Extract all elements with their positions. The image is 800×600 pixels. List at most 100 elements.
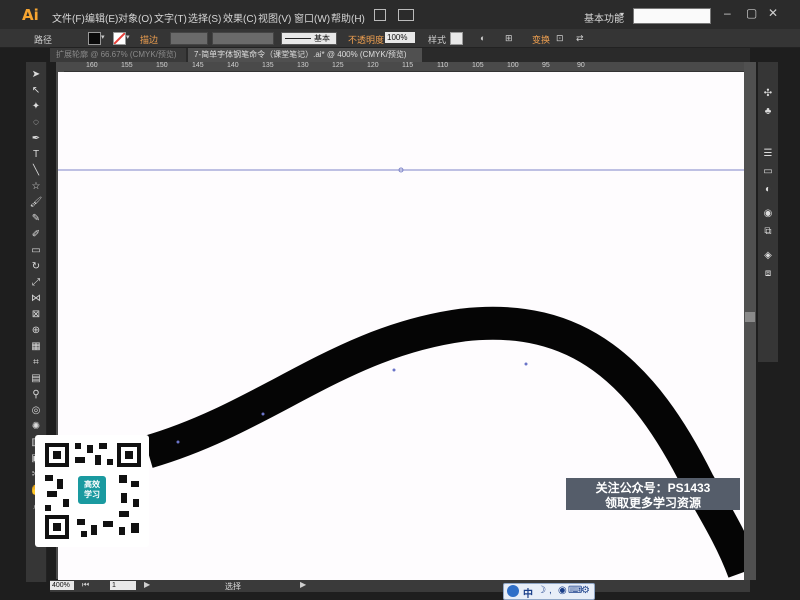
align-icon[interactable]: ⊞ [505,33,513,44]
menu-file[interactable]: 文件(F) [52,10,85,25]
select-similar-icon[interactable]: ⇄ [576,33,584,44]
ruler-tick: 150 [156,62,168,69]
menu-object[interactable]: 对象(O) [118,10,152,25]
ime-toolbar: 中 ☽ , ◉ ⌨ ⚙ [503,583,595,600]
free-transform-tool-icon[interactable]: ⊠ [28,306,44,322]
blend-tool-icon[interactable]: ◎ [28,402,44,418]
artboard-number-field[interactable]: 1 [110,581,136,590]
magic-wand-tool-icon[interactable]: ✦ [28,98,44,114]
stroke-panel-icon[interactable]: ☰ [761,146,775,160]
horizontal-ruler[interactable]: 160 155 150 145 140 135 130 125 120 115 … [56,62,745,72]
tab-label: 扩展轮廓 @ 66.67% (CMYK/预览) [56,50,177,59]
menu-bar: Ai 文件(F) 编辑(E) 对象(O) 文字(T) 选择(S) 效果(C) 视… [0,0,800,30]
arrange-documents-icon[interactable] [398,9,414,21]
perspective-grid-tool-icon[interactable]: ▦ [28,338,44,354]
close-icon[interactable]: ✕ [768,6,778,20]
promo-line-2: 领取更多学习资源 [604,496,701,510]
appearance-panel-icon[interactable]: ◉ [761,206,775,220]
eraser-tool-icon[interactable]: ▭ [28,242,44,258]
width-tool-icon[interactable]: ⋈ [28,290,44,306]
scale-tool-icon[interactable]: ⤢ [28,274,44,290]
tab-document-2[interactable]: 7-简单字体钢笔命令（课堂笔记）.ai* @ 400% (CMYK/预览) [188,48,422,62]
brush-definition-select[interactable]: 基本 [281,32,337,45]
maximize-icon[interactable]: ▢ [746,6,757,20]
lasso-tool-icon[interactable]: ◌ [28,114,44,130]
artboards-panel-icon[interactable]: ⧈ [761,266,775,280]
menu-type[interactable]: 文字(T) [154,10,187,25]
curve-path[interactable] [143,306,744,578]
stroke-weight-field[interactable] [170,32,208,45]
anchor-point[interactable] [176,440,180,444]
ime-language-toggle[interactable]: 中 [523,585,533,600]
star-tool-icon[interactable]: ☆ [28,178,44,194]
pencil-tool-icon[interactable]: ✎ [28,210,44,226]
gradient-tool-icon[interactable]: ▤ [28,370,44,386]
opacity-label[interactable]: 不透明度 [348,33,384,46]
first-artboard-icon[interactable]: ⏮ [82,580,89,590]
gradient-panel-icon[interactable]: ▭ [761,164,775,178]
voice-icon[interactable]: ◉ [558,585,567,596]
transform-label[interactable]: 变换 [532,33,550,46]
object-type-label: 路径 [34,35,53,45]
scrollbar-thumb[interactable] [745,312,755,322]
type-tool-icon[interactable]: T [28,146,44,162]
minimize-icon[interactable]: – [724,6,731,20]
menu-edit[interactable]: 编辑(E) [85,10,118,25]
isolate-icon[interactable]: ⊡ [556,33,564,44]
opacity-field[interactable]: 100% [385,32,415,43]
status-menu-icon[interactable]: ▶ [300,580,306,589]
tab-document-1[interactable]: 扩展轮廓 @ 66.67% (CMYK/预览) [50,48,186,62]
graphic-style-swatch[interactable] [450,32,463,45]
anchor-point[interactable] [261,412,265,416]
anchor-point[interactable] [524,362,528,366]
status-bar: 400% ⏮ 1 ▶ 选择 ▶ [50,580,750,592]
settings-icon[interactable]: ⚙ [581,585,590,596]
stroke-label[interactable]: 描边 [140,33,158,46]
graphic-styles-icon[interactable]: ⧉ [761,224,775,238]
pen-tool-icon[interactable]: ✒ [28,130,44,146]
line-tool-icon[interactable]: ╲ [28,162,44,178]
menu-select[interactable]: 选择(S) [188,10,221,25]
ruler-tick: 105 [472,62,484,69]
search-input[interactable] [633,8,711,24]
ruler-tick: 140 [227,62,239,69]
eyedropper-tool-icon[interactable]: ⚲ [28,386,44,402]
direct-selection-tool-icon[interactable]: ↖ [28,82,44,98]
ime-logo-icon[interactable] [507,585,519,597]
bridge-icon[interactable] [374,9,386,21]
vertical-scrollbar[interactable] [744,62,756,580]
next-artboard-icon[interactable]: ▶ [144,580,150,589]
symbol-sprayer-tool-icon[interactable]: ✺ [28,418,44,434]
menu-window[interactable]: 窗口(W) [294,10,330,25]
shape-builder-tool-icon[interactable]: ⊕ [28,322,44,338]
menu-view[interactable]: 视图(V) [258,10,291,25]
moon-icon[interactable]: ☽ [537,585,546,596]
menu-effect[interactable]: 效果(C) [223,10,257,25]
layers-panel-icon[interactable]: ◈ [761,248,775,262]
zoom-field[interactable]: 400% [50,581,74,590]
workspace-switcher[interactable]: 基本功能 [584,10,624,25]
chevron-down-icon: ▾ [620,10,625,19]
blob-brush-tool-icon[interactable]: ✐ [28,226,44,242]
chevron-down-icon[interactable]: ▾ [101,33,105,41]
selection-tool-icon[interactable]: ➤ [28,66,44,82]
anchor-point[interactable] [392,368,396,372]
transparency-panel-icon[interactable]: ◐ [761,182,775,196]
variable-width-select[interactable] [212,32,274,45]
fill-swatch[interactable] [88,32,101,45]
club-icon[interactable]: ♣ [761,104,775,118]
stroke-swatch[interactable] [113,32,126,45]
qr-code-card: 高效学习 [35,435,149,547]
app-logo: Ai [22,6,39,24]
style-label: 样式 [428,35,447,45]
chevron-down-icon[interactable]: ▾ [126,33,130,41]
color-guide-icon[interactable]: ✣ [761,86,775,100]
mesh-tool-icon[interactable]: ⌗ [28,354,44,370]
paintbrush-tool-icon[interactable]: 🖌 [28,194,44,210]
qr-badge-label: 高效学习 [84,480,100,499]
menu-help[interactable]: 帮助(H) [331,10,365,25]
ruler-tick: 95 [542,62,550,69]
punctuation-icon[interactable]: , [549,585,552,596]
recolor-icon[interactable]: ◐ [480,33,485,43]
rotate-tool-icon[interactable]: ↻ [28,258,44,274]
